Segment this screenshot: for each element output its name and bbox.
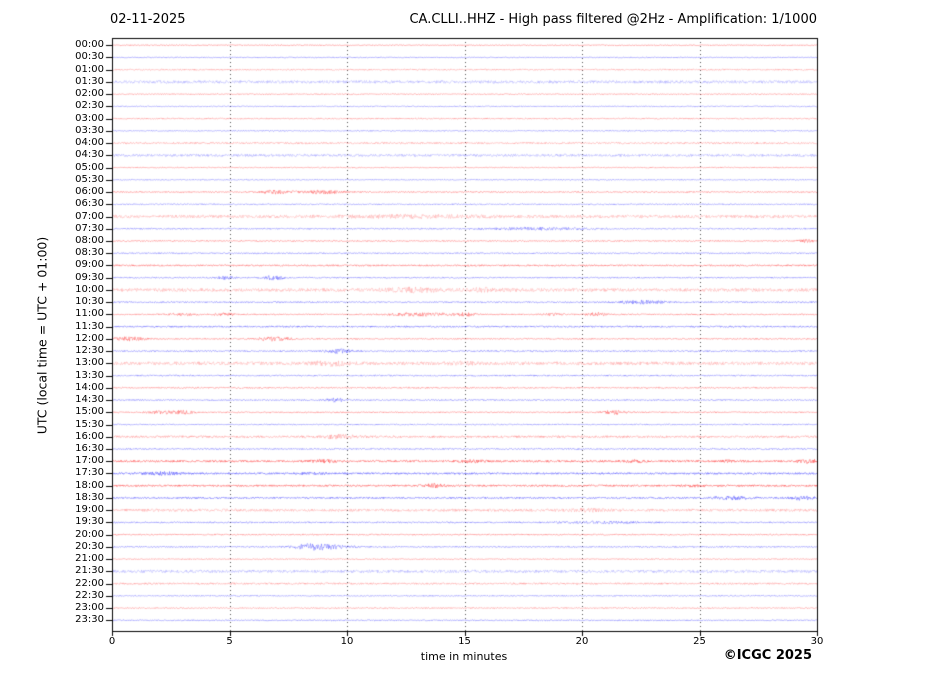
time-label: 19:30 (75, 516, 104, 528)
x-tick-label: 0 (108, 636, 116, 647)
x-axis-label: time in minutes (420, 650, 508, 663)
time-label: 01:30 (75, 75, 104, 87)
x-tick-label: 5 (226, 636, 233, 647)
x-tick-label: 25 (693, 636, 706, 647)
time-label: 07:00 (75, 210, 104, 222)
time-label: 23:30 (75, 614, 104, 626)
time-label: 02:30 (75, 100, 104, 112)
time-label: 09:00 (75, 259, 104, 271)
time-label: 00:30 (75, 51, 104, 63)
time-label: 06:30 (75, 198, 104, 210)
time-label: 20:00 (75, 528, 104, 540)
helicorder-page: 02-11-2025 CA.CLLI..HHZ - High pass filt… (0, 0, 927, 696)
time-label: 01:00 (75, 63, 104, 75)
time-label: 09:30 (75, 271, 104, 283)
time-label: 08:30 (75, 247, 104, 259)
time-label: 14:30 (75, 394, 104, 406)
time-label: 12:00 (75, 332, 104, 344)
chart-title: CA.CLLI..HHZ - High pass filtered @2Hz -… (409, 12, 817, 27)
time-label: 00:00 (75, 39, 104, 51)
time-label: 04:30 (75, 149, 104, 161)
time-label: 18:30 (75, 491, 104, 503)
time-label: 23:00 (75, 602, 104, 614)
time-label: 17:30 (75, 467, 104, 479)
time-label: 06:00 (75, 186, 104, 198)
time-label: 12:30 (75, 345, 104, 357)
time-label: 19:00 (75, 504, 104, 516)
time-label: 07:30 (75, 222, 104, 234)
x-tick-label: 30 (810, 636, 824, 647)
time-label: 14:00 (75, 381, 104, 393)
time-label: 15:00 (75, 406, 104, 418)
time-label: 04:00 (75, 137, 104, 149)
time-label: 22:00 (75, 577, 104, 589)
time-label: 03:00 (75, 112, 104, 124)
time-label: 11:30 (75, 320, 104, 332)
time-label: 13:30 (75, 369, 104, 381)
time-label: 10:30 (75, 296, 104, 308)
header-date: 02-11-2025 (110, 12, 186, 27)
time-label: 20:30 (75, 540, 104, 552)
time-label: 02:00 (75, 88, 104, 100)
time-label: 22:30 (75, 589, 104, 601)
time-label: 11:00 (75, 308, 104, 320)
time-label: 05:30 (75, 173, 104, 185)
x-tick-label: 10 (340, 636, 354, 647)
time-label: 15:30 (75, 418, 104, 430)
time-label: 10:00 (75, 283, 104, 295)
x-tick-label: 20 (575, 636, 589, 647)
time-label: 08:00 (75, 234, 104, 246)
copyright: ©ICGC 2025 (723, 648, 812, 663)
time-label: 05:00 (75, 161, 104, 173)
time-label: 21:30 (75, 565, 104, 577)
x-tick-label: 15 (458, 636, 471, 647)
time-label: 16:30 (75, 442, 104, 454)
time-label: 16:00 (75, 430, 104, 442)
helicorder-plot (0, 0, 927, 696)
time-label: 03:30 (75, 124, 104, 136)
time-label: 21:00 (75, 553, 104, 565)
time-label: 18:00 (75, 479, 104, 491)
time-label: 17:00 (75, 455, 104, 467)
time-label: 13:00 (75, 357, 104, 369)
